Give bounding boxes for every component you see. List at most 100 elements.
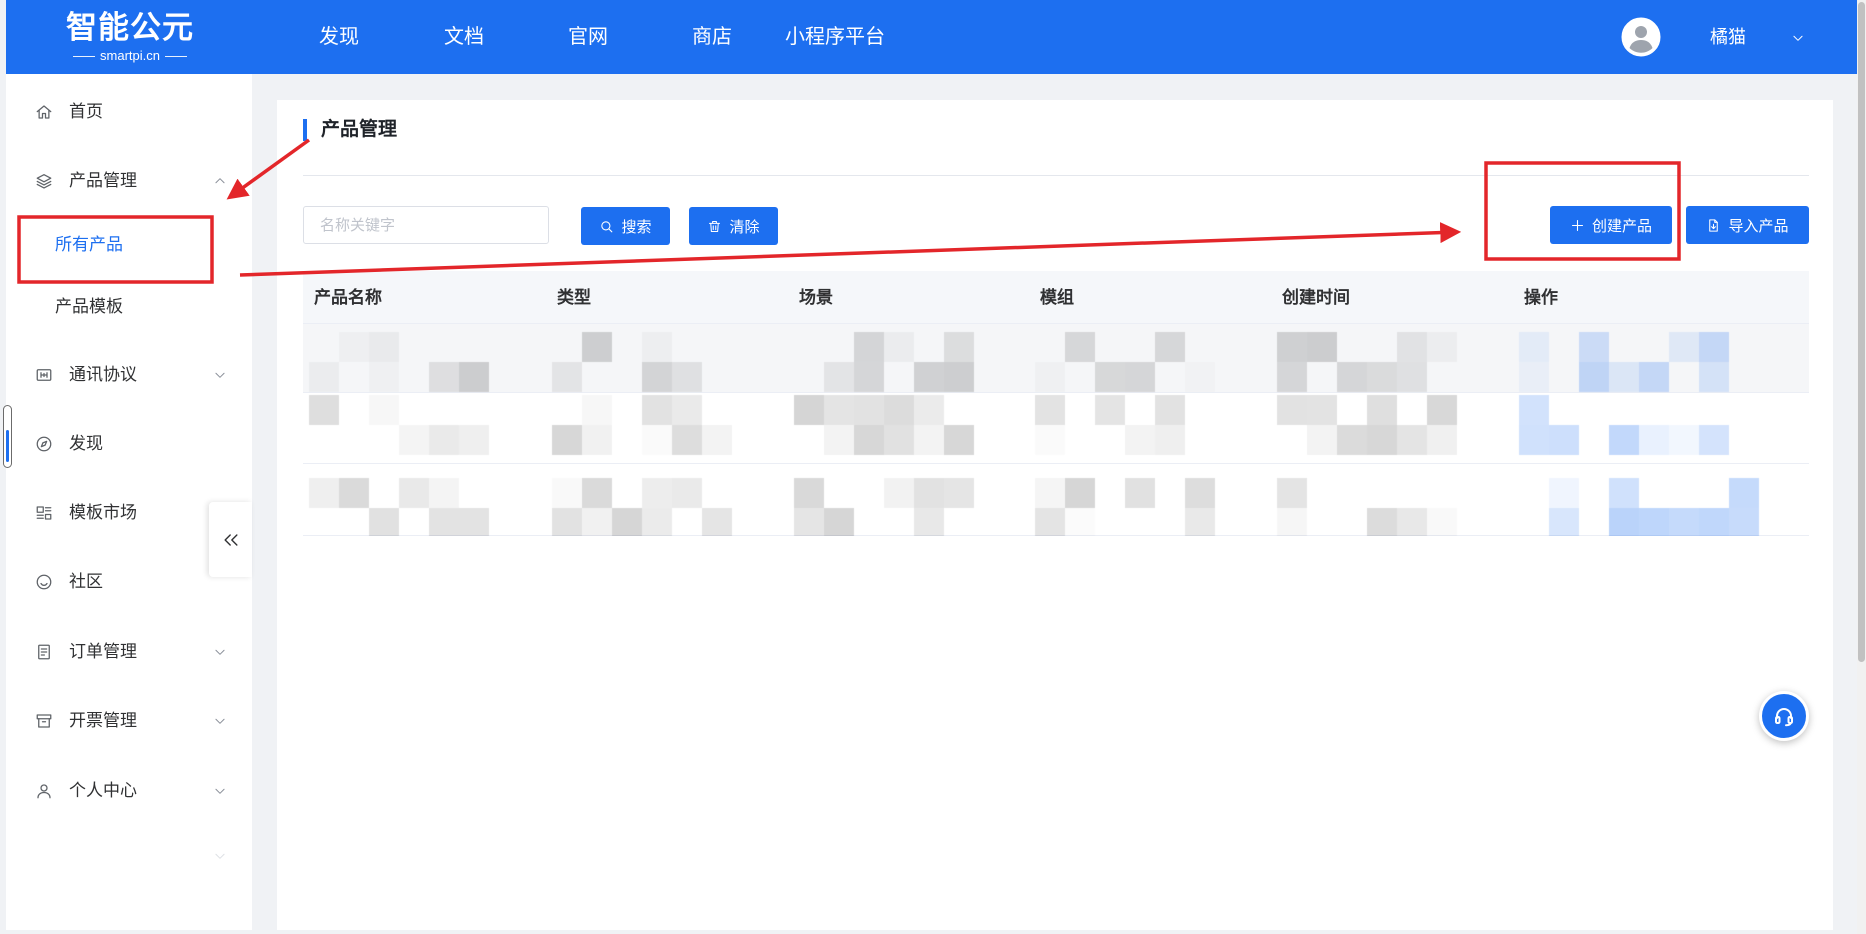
user-avatar-icon[interactable] <box>1621 17 1661 57</box>
sidebar-item-product-management[interactable]: 产品管理 <box>6 156 252 206</box>
smile-icon <box>35 573 53 591</box>
search-icon <box>599 219 614 234</box>
nav-mini-program-platform[interactable]: 小程序平台 <box>785 0 885 74</box>
logo-title: 智能公元 <box>66 10 194 45</box>
search-button[interactable]: 搜索 <box>581 207 670 245</box>
column-header: 创建时间 <box>1282 288 1350 307</box>
chevron-down-icon <box>213 368 227 382</box>
sidebar-item-label: 个人中心 <box>69 781 137 800</box>
column-header: 产品名称 <box>314 288 382 307</box>
nav-docs[interactable]: 文档 <box>444 0 484 74</box>
page-scrollbar-thumb[interactable] <box>1858 2 1865 662</box>
sidebar-scroll-position <box>5 430 9 462</box>
user-icon <box>35 782 53 800</box>
table-row <box>303 464 1809 536</box>
table-row <box>303 393 1809 464</box>
sidebar-item-all-products[interactable]: 所有产品 <box>6 220 252 270</box>
sidebar-item-label: 首页 <box>69 102 103 121</box>
create-product-button-label: 创建产品 <box>1591 217 1652 235</box>
compass-icon <box>35 435 53 453</box>
sidebar-item-invoices[interactable]: 开票管理 <box>6 696 252 746</box>
layers-icon <box>35 172 53 190</box>
sidebar-subitem-label: 产品模板 <box>55 297 123 316</box>
customer-support-button[interactable] <box>1759 691 1809 741</box>
sidebar-scroll-handle[interactable] <box>3 405 12 468</box>
sidebar-item-protocols[interactable]: 通讯协议 <box>6 350 252 400</box>
sidebar-item-product-templates[interactable]: 产品模板 <box>6 282 252 332</box>
table-cell <box>1029 393 1271 463</box>
table-cell <box>1029 324 1271 392</box>
sidebar-item-home[interactable]: 首页 <box>6 87 252 137</box>
top-nav-bar: 智能公元 smartpi.cn 发现 文档 官网 商店 小程序平台 橘猫 <box>6 0 1857 74</box>
invoice-icon <box>35 712 53 730</box>
sidebar-subitem-label: 所有产品 <box>55 235 123 254</box>
table-cell <box>303 464 546 535</box>
product-table: 产品名称 类型 场景 模组 创建时间 操作 <box>303 271 1809 536</box>
sidebar-item-label: 发现 <box>69 434 103 453</box>
sidebar-item-profile[interactable]: 个人中心 <box>6 766 252 816</box>
table-cell <box>788 393 1029 463</box>
table-cell <box>546 393 788 463</box>
sidebar-item-discover[interactable]: 发现 <box>6 419 252 469</box>
sidebar-collapse-button[interactable] <box>209 502 252 577</box>
sidebar-item-label: 产品管理 <box>69 171 137 190</box>
title-accent-bar <box>303 119 307 141</box>
column-header: 类型 <box>557 288 591 307</box>
chevron-down-icon[interactable] <box>1791 31 1805 45</box>
content-card: 产品管理 搜索 清除 创建产品 导入产品 产品名称 类型 场景 模组 创建时间 <box>277 100 1833 930</box>
table-cell <box>546 464 788 535</box>
plus-icon <box>1570 218 1585 233</box>
logo-divider <box>164 55 187 57</box>
logo-divider <box>73 55 96 57</box>
logo-subtitle-text: smartpi.cn <box>100 48 160 63</box>
chevron-down-icon <box>213 645 227 659</box>
home-icon <box>35 103 53 121</box>
table-cell <box>1029 464 1271 535</box>
search-input[interactable] <box>303 206 549 244</box>
import-product-button[interactable]: 导入产品 <box>1686 206 1809 244</box>
username[interactable]: 橘猫 <box>1710 0 1746 74</box>
file-import-icon <box>1706 218 1721 233</box>
table-cell <box>788 324 1029 392</box>
sidebar-item-label: 通讯协议 <box>69 365 137 384</box>
table-cell <box>788 464 1029 535</box>
clear-button[interactable]: 清除 <box>689 207 778 245</box>
nav-store[interactable]: 商店 <box>692 0 732 74</box>
table-cell <box>1271 464 1513 535</box>
chevron-down-icon <box>213 849 227 863</box>
chevron-down-icon <box>213 784 227 798</box>
headset-icon <box>1772 704 1796 728</box>
column-header: 场景 <box>799 288 833 307</box>
table-header: 产品名称 类型 场景 模组 创建时间 操作 <box>303 271 1809 324</box>
page-title: 产品管理 <box>321 119 398 140</box>
table-action-cell[interactable] <box>1513 393 1809 463</box>
logo[interactable]: 智能公元 smartpi.cn <box>62 6 198 68</box>
title-divider <box>303 175 1809 176</box>
trash-icon <box>707 219 722 234</box>
sidebar-item-label: 社区 <box>69 572 103 591</box>
sidebar-item-label: 模板市场 <box>69 503 137 522</box>
sidebar-item-orders[interactable]: 订单管理 <box>6 627 252 677</box>
table-action-cell[interactable] <box>1513 324 1809 392</box>
nav-discover[interactable]: 发现 <box>319 0 359 74</box>
logo-subtitle: smartpi.cn <box>62 48 198 64</box>
sidebar-item-label: 开票管理 <box>69 711 137 730</box>
clear-button-label: 清除 <box>729 218 760 236</box>
table-cell <box>546 324 788 392</box>
template-icon <box>35 504 53 522</box>
table-cell <box>1271 393 1513 463</box>
column-header: 模组 <box>1040 288 1074 307</box>
table-row <box>303 324 1809 393</box>
create-product-button[interactable]: 创建产品 <box>1550 206 1672 244</box>
double-chevron-left-icon <box>221 530 241 550</box>
order-icon <box>35 643 53 661</box>
sidebar-item-label: 订单管理 <box>69 642 137 661</box>
column-header: 操作 <box>1524 288 1558 307</box>
chevron-down-icon <box>213 714 227 728</box>
protocol-icon <box>35 366 53 384</box>
search-button-label: 搜索 <box>621 218 652 236</box>
table-action-cell[interactable] <box>1513 464 1809 535</box>
table-cell <box>1271 324 1513 392</box>
import-product-button-label: 导入产品 <box>1728 217 1789 235</box>
nav-official-site[interactable]: 官网 <box>568 0 608 74</box>
